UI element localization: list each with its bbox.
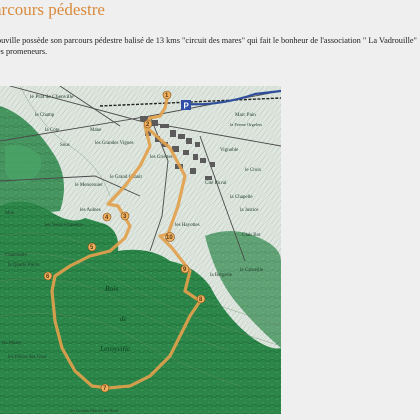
- svg-text:Leroyville: Leroyville: [99, 344, 131, 353]
- svg-text:Chaussette: Chaussette: [5, 253, 27, 258]
- page: arcours pédestre ouville possède son par…: [0, 0, 420, 420]
- waypoint-10: 10: [166, 235, 173, 241]
- svg-text:le Prat de Chenville: le Prat de Chenville: [30, 94, 74, 100]
- svg-text:Sous: Sous: [60, 143, 70, 148]
- svg-text:les Grandes Vignes: les Grandes Vignes: [95, 141, 134, 146]
- svg-text:la Justice: la Justice: [240, 208, 259, 213]
- svg-text:le Menorsuier: le Menorsuier: [75, 183, 103, 188]
- intro-line-1: ouville possède son parcours pédestre ba…: [0, 36, 417, 45]
- parking-sign: P: [181, 100, 191, 111]
- svg-text:la Chapelle: la Chapelle: [230, 195, 253, 200]
- svg-text:les Pièces des Gros: les Pièces des Gros: [8, 355, 47, 360]
- svg-text:Marc Pain: Marc Pain: [235, 113, 256, 118]
- svg-text:la Bergerie: la Bergerie: [210, 273, 233, 278]
- svg-text:de: de: [120, 315, 127, 323]
- svg-text:le Champ: le Champ: [35, 113, 55, 118]
- trail-map: le Prat de Chenville la Cote Marc Pain l…: [0, 86, 281, 414]
- svg-text:Clair Bot: Clair Bot: [242, 233, 261, 238]
- svg-text:Mane: Mane: [90, 128, 102, 133]
- svg-text:Bois: Bois: [105, 284, 118, 293]
- svg-text:Cité Ruval: Cité Ruval: [205, 181, 227, 186]
- svg-text:les Griettes: les Griettes: [150, 155, 173, 160]
- svg-text:Vignoble: Vignoble: [220, 148, 239, 153]
- svg-text:P: P: [184, 102, 190, 111]
- svg-text:la Cote: la Cote: [45, 128, 60, 133]
- svg-text:la Quarte Pierre: la Quarte Pierre: [8, 263, 40, 268]
- svg-text:Mue: Mue: [5, 211, 15, 216]
- intro-text: ouville possède son parcours pédestre ba…: [0, 35, 420, 57]
- svg-text:les Aulnes: les Aulnes: [80, 208, 101, 213]
- intro-line-2: es promeneurs.: [0, 47, 48, 56]
- svg-text:le Croix: le Croix: [245, 168, 262, 173]
- page-title: arcours pédestre: [0, 0, 105, 19]
- svg-text:les Hayottes: les Hayottes: [175, 223, 200, 228]
- svg-text:le Grand Chanit: le Grand Chanit: [110, 175, 143, 180]
- svg-text:les Voies Chanteuz: les Voies Chanteuz: [45, 223, 84, 228]
- svg-text:les Mares: les Mares: [2, 341, 21, 346]
- svg-text:la Ferme Orgelets: la Ferme Orgelets: [230, 122, 262, 127]
- map-image: le Prat de Chenville la Cote Marc Pain l…: [0, 86, 281, 414]
- svg-text:les Grands Marais de Bonc: les Grands Marais de Bonc: [70, 408, 119, 413]
- svg-text:le Carneille: le Carneille: [240, 268, 264, 273]
